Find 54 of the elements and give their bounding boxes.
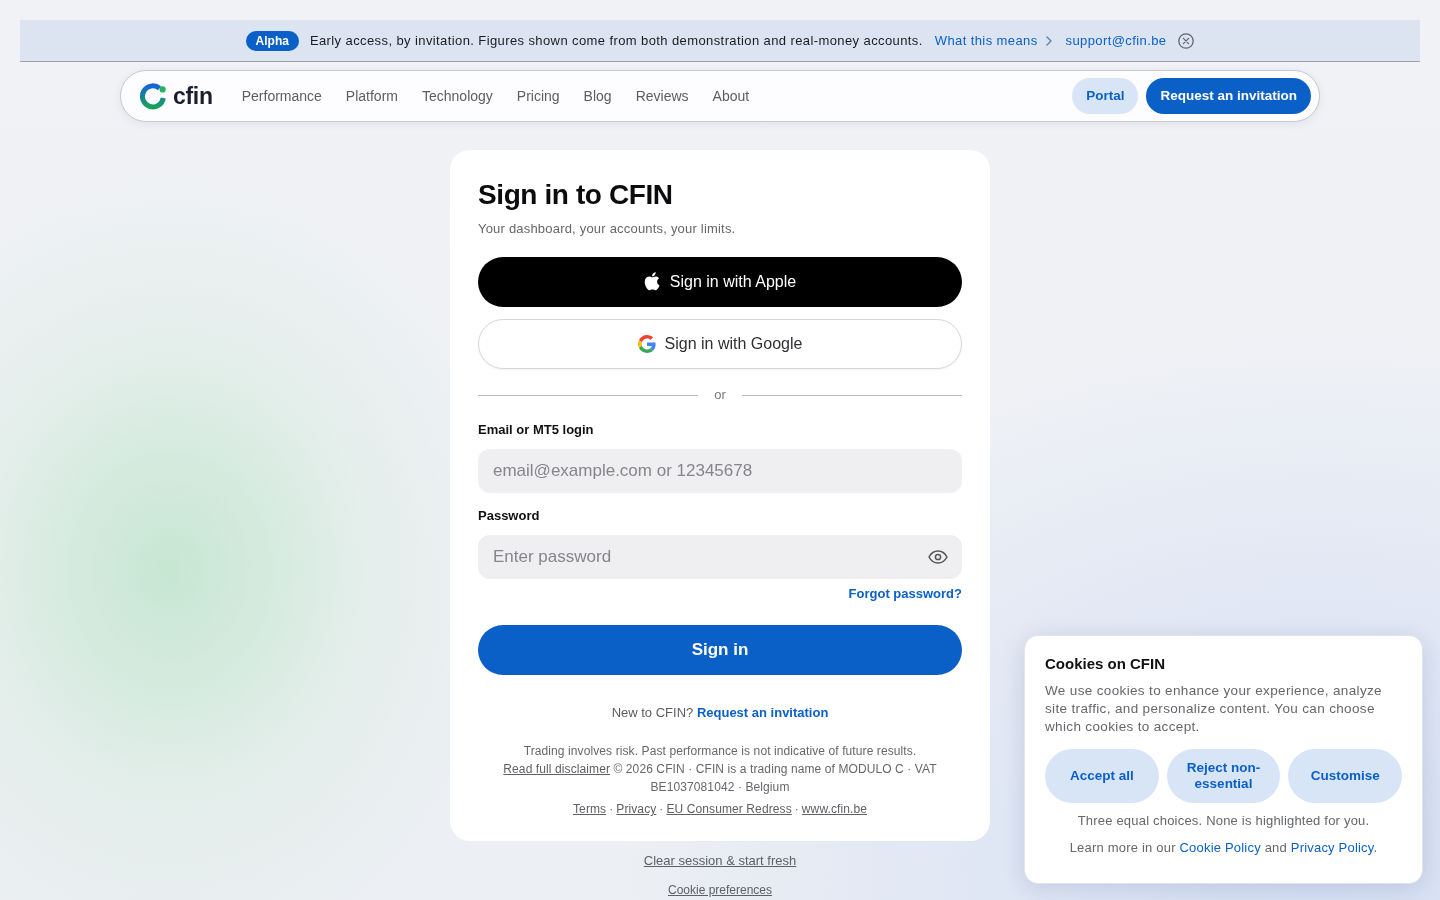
sign-in-title: Sign in to CFIN xyxy=(478,178,674,212)
nav-link[interactable]: Platform xyxy=(345,88,398,104)
nav-link[interactable]: Reviews xyxy=(635,88,689,104)
sign-in-subtitle: Your dashboard, your accounts, your limits. xyxy=(478,220,737,238)
sign-in-button[interactable]: Sign in xyxy=(478,625,962,675)
nav-link[interactable]: About xyxy=(712,88,750,104)
logo-text[interactable]: cfin xyxy=(173,82,213,110)
what-this-means-link[interactable]: What this means xyxy=(934,33,1052,48)
cookie-panel-title: Cookies on CFIN xyxy=(1045,654,1166,674)
footer-link[interactable]: EU Consumer Redress xyxy=(666,800,792,818)
divider-label: or xyxy=(714,386,726,404)
apple-sign-in-button[interactable]: Sign in with Apple xyxy=(478,257,962,307)
chevron-right-icon xyxy=(1045,35,1052,46)
alpha-badge: Alpha xyxy=(245,30,299,51)
policy-link[interactable]: Cookie Policy xyxy=(1179,840,1261,855)
nav-link[interactable]: Performance xyxy=(241,88,322,104)
link-separator: · xyxy=(609,801,614,818)
new-account-prompt: New to CFIN? Request an invitation xyxy=(610,704,830,722)
support-email-link[interactable]: support@cfin.be xyxy=(1065,33,1167,48)
forgot-password-link[interactable]: Forgot password? xyxy=(848,585,962,603)
login-input-field[interactable]: email@example.com or 12345678 xyxy=(478,449,962,493)
google-sign-in-button[interactable]: Sign in with Google xyxy=(478,319,962,369)
portal-button[interactable]: Portal xyxy=(1072,78,1139,114)
banner-message: Early access, by invitation. Figures shown come from both demonstration and real-money accounts. xyxy=(309,33,923,48)
request-invitation-link[interactable]: Request an invitation xyxy=(696,705,829,720)
footer-link[interactable]: Terms xyxy=(573,800,607,818)
disclaimer-link[interactable]: Read full disclaimer xyxy=(503,762,611,776)
legal-text: Read full disclaimer © 2026 CFIN · CFIN is a trading name of MODULO C · VAT BE1037081042 · Belgium xyxy=(502,761,938,796)
link-separator: · xyxy=(659,801,664,818)
cookie-learn-more-text: Learn more in our Cookie Policy and Privacy Policy. xyxy=(1068,839,1379,857)
password-field[interactable]: Enter password xyxy=(478,535,962,579)
cookie-choice-button[interactable]: Customise xyxy=(1288,749,1402,803)
cookie-choice-button[interactable]: Accept all xyxy=(1045,749,1159,803)
apple-icon xyxy=(643,272,661,292)
close-icon[interactable] xyxy=(1178,32,1195,49)
eye-icon[interactable] xyxy=(928,550,948,564)
cookie-choice-note: Three equal choices. None is highlighted for you. xyxy=(1076,812,1371,830)
nav-link[interactable]: Pricing xyxy=(516,88,560,104)
link-separator: · xyxy=(794,801,799,818)
logo-ring-icon[interactable] xyxy=(139,82,167,110)
cookie-preferences-link[interactable]: Cookie preferences xyxy=(667,881,773,899)
request-invitation-button[interactable]: Request an invitation xyxy=(1146,78,1311,114)
field-label: Email or MT5 login xyxy=(478,421,595,439)
nav-link[interactable]: Technology xyxy=(422,88,493,104)
cookie-description: We use cookies to enhance your experience, analyze site traffic, and personalize content. You can choose which cookies to accept. xyxy=(1045,682,1383,736)
footer-link[interactable]: Privacy xyxy=(616,800,657,818)
cookie-choice-button[interactable]: Reject non-essential xyxy=(1166,749,1281,803)
footer-link[interactable]: www.cfin.be xyxy=(801,800,867,818)
clear-session-link[interactable]: Clear session & start fresh xyxy=(643,852,797,870)
policy-link[interactable]: Privacy Policy xyxy=(1290,840,1374,855)
g-logo-icon xyxy=(637,335,656,353)
field-label: Password xyxy=(478,507,541,525)
risk-disclaimer-text: Trading involves risk. Past performance is not indicative of future results. xyxy=(522,743,918,760)
nav-link[interactable]: Blog xyxy=(583,88,612,104)
